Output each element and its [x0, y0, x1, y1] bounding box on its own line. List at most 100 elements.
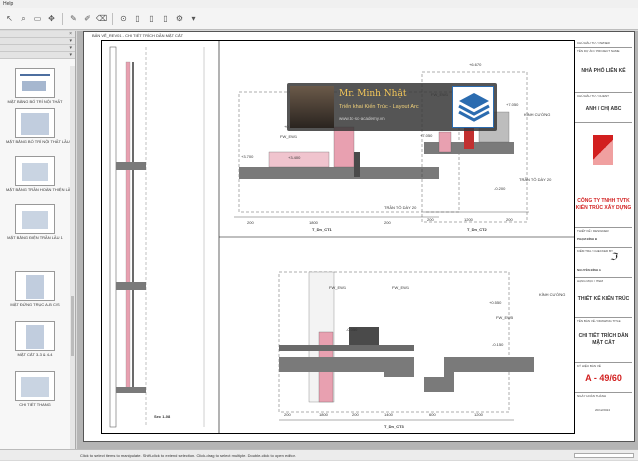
toolbar-divider — [62, 12, 63, 25]
owner-caption: CHỦ ĐẦU TƯ / OWNER — [577, 41, 610, 45]
dimension-label: 1200 — [464, 217, 473, 222]
company-name: CÔNG TY TNHH TVTK KIẾN TRÚC XÂY DỰNG — [575, 198, 632, 211]
dimension-label: 200 — [247, 220, 254, 225]
annotation-note: KÍNH CƯỜNG — [524, 112, 551, 117]
chevron-down-icon[interactable]: ▾ — [69, 38, 72, 44]
tb-drawing-title: TÊN BẢN VẼ / DRAWING TITLE CHI TIẾT TRÍC… — [575, 318, 632, 363]
chevron-down-icon[interactable]: ▾ — [69, 52, 72, 58]
presenter-photo — [290, 86, 334, 128]
presenter-name: Mr. Minh Nhật — [339, 89, 407, 99]
sidebar-scrollbar[interactable] — [70, 66, 75, 449]
elevation-label: +3.400 — [288, 155, 301, 160]
tb-company: CÔNG TY TNHH TVTK KIẾN TRÚC XÂY DỰNG — [575, 123, 632, 228]
thumbnail-label: MẶT BẰNG BỐ TRÍ NỘI THẤT LẦU 1, 2, 3 — [6, 139, 70, 144]
eraser-icon[interactable]: ⌫ — [96, 13, 107, 24]
date-caption: NGÀY HOÀN THÀNH — [577, 394, 607, 398]
client-name: ANH / CHỊ ABC — [585, 106, 622, 112]
tb-sheet-no: KÝ HIỆU BẢN VẼ A - 49/60 — [575, 363, 632, 393]
brush-icon[interactable]: ✐ — [82, 13, 93, 24]
tag-label: FW_EW1 — [392, 285, 410, 290]
toolbar-divider — [112, 12, 113, 25]
thumbnail-label: MẶT BẰNG BỐ TRÍ NỘI THẤT — [7, 99, 63, 104]
chevron-down-icon[interactable]: ▾ — [69, 45, 72, 51]
document-icon[interactable]: ▯ — [132, 13, 143, 24]
elevation-label: +6.670 — [469, 62, 482, 67]
scrollbar-thumb[interactable] — [71, 296, 74, 356]
tb-checker: KIỂM TRA / CHECKED BY NGUYỄN ĐÌNH A ℑ — [575, 248, 632, 278]
dimension-label: 1800 — [319, 412, 328, 417]
sheet-number: A - 49/60 — [585, 373, 622, 383]
sidebar-header: × — [0, 31, 75, 38]
elevation-label: -0.150 — [492, 342, 504, 347]
project-name: NHÀ PHỐ LIÊN KẾ — [581, 68, 626, 74]
page-icon[interactable]: ▭ — [32, 13, 43, 24]
thumbnail-image — [15, 68, 55, 98]
designer-name: PHẠM ĐÌNH B — [577, 237, 597, 241]
dimension-label: 200 — [506, 217, 513, 222]
tb-date: NGÀY HOÀN THÀNH 20/12/2024 — [575, 393, 632, 434]
thumbnail-list: MẶT BẰNG BỐ TRÍ NỘI THẤT MẶT BẰNG BỐ TRÍ… — [0, 66, 70, 449]
sidebar-header: ▾ — [0, 45, 75, 52]
dimension-label: 200 — [284, 412, 291, 417]
plus-icon[interactable]: ✥ — [46, 13, 57, 24]
company-logo — [593, 135, 613, 165]
thumbnail-image — [15, 204, 55, 234]
status-field[interactable] — [574, 453, 634, 458]
page-thumbnail[interactable]: MẶT ĐỨNG TRỤC A-B C/S — [6, 271, 64, 307]
thumbnail-label: MẶT CẮT 3-3 & 4-4 — [17, 352, 53, 357]
sheet-no-caption: KÝ HIỆU BẢN VẼ — [577, 364, 601, 368]
page-thumbnail[interactable]: CHI TIẾT THANG — [6, 371, 64, 407]
thumbnail-image — [15, 371, 55, 401]
page-thumbnail[interactable]: MẶT CẮT 3-3 & 4-4 — [6, 321, 64, 357]
page-thumbnail[interactable]: MẶT BẰNG BỐ TRÍ NỘI THẤT LẦU 1, 2, 3 — [6, 108, 70, 144]
dimension-label: 600 — [429, 412, 436, 417]
presenter-url: www.tc-sc-academy.vn — [339, 116, 385, 121]
title-block: CHỦ ĐẦU TƯ / OWNER TÊN DỰ ÁN / PROJECT N… — [574, 40, 632, 434]
close-icon[interactable]: × — [69, 31, 72, 37]
drawing-title-caption: TÊN BẢN VẼ / DRAWING TITLE — [577, 319, 621, 323]
settings-icon[interactable]: ⚙ — [174, 13, 185, 24]
thumbnail-label: MẶT BẰNG TRẦN HOÀN THIỆN LẦU 1 — [6, 187, 70, 192]
document-icon[interactable]: ▯ — [146, 13, 157, 24]
signature: ℑ — [610, 252, 617, 263]
tag-label: FW_EW1 — [280, 134, 298, 139]
elevation-label: +3.700 — [241, 154, 254, 159]
tb-category: HẠNG MỤC / ITEM THIẾT KẾ KIẾN TRÚC — [575, 278, 632, 318]
cursor-icon[interactable]: ↖ — [4, 13, 15, 24]
thumbnail-image — [15, 271, 55, 301]
elevation-label: -0.200 — [494, 186, 506, 191]
thumbnail-image — [15, 156, 55, 186]
zoom-icon[interactable]: ⌕ — [18, 13, 29, 24]
dimension-label: 1800 — [309, 220, 318, 225]
page-thumbnail[interactable]: MẶT BẰNG TRẦN HOÀN THIỆN LẦU 1 — [6, 156, 70, 192]
toolbar: ↖ ⌕ ▭ ✥ ✎ ✐ ⌫ ⊙ ▯ ▯ ▯ ⚙ ▾ — [0, 8, 638, 30]
section-title: T_Dn_CT1 — [312, 227, 332, 232]
pen-icon[interactable]: ✎ — [68, 13, 79, 24]
status-bar: Click to select items to manipulate. Shi… — [0, 449, 638, 460]
drawing-canvas[interactable]: BẢN VẼ_REV01 - CHI TIẾT TRÍCH DẪN MẶT CẮ… — [77, 31, 638, 449]
academy-logo — [452, 86, 494, 128]
tb-project: TÊN DỰ ÁN / PROJECT NAME NHÀ PHỐ LIÊN KẾ — [575, 48, 632, 93]
page-thumbnail[interactable]: MẶT BẰNG ĐIỆN TRẦN LẦU 1 — [6, 204, 64, 240]
drawing-title: CHI TIẾT TRÍCH DẪN MẶT CẮT — [578, 333, 629, 346]
dimension-label: 200 — [352, 412, 359, 417]
dimension-label: 200 — [427, 217, 434, 222]
thumbnail-image — [15, 321, 55, 351]
chevron-down-icon[interactable]: ▾ — [188, 13, 199, 24]
checker-caption: KIỂM TRA / CHECKED BY — [577, 249, 613, 253]
annotation-note: KÍNH CƯỜNG — [539, 292, 566, 297]
tb-owner: CHỦ ĐẦU TƯ / OWNER — [575, 40, 632, 48]
search-icon[interactable]: ⊙ — [118, 13, 129, 24]
tag-label: FW_EW1 — [329, 285, 347, 290]
thumbnail-label: CHI TIẾT THANG — [19, 402, 51, 407]
presenter-banner: Mr. Minh Nhật Triển khai Kiến Trúc - Lay… — [287, 83, 497, 131]
document-icon[interactable]: ▯ — [160, 13, 171, 24]
menu-bar: Help — [0, 0, 638, 8]
sidebar-header: ▾ — [0, 52, 75, 59]
thumbnail-label: MẶT BẰNG ĐIỆN TRẦN LẦU 1 — [7, 235, 63, 240]
thumbnail-label: MẶT ĐỨNG TRỤC A-B C/S — [10, 302, 60, 307]
status-hint: Click to select items to manipulate. Shi… — [80, 453, 296, 458]
page-thumbnail[interactable]: MẶT BẰNG BỐ TRÍ NỘI THẤT — [6, 68, 64, 104]
designer-caption: THIẾT KẾ / DESIGNER — [577, 229, 609, 233]
menu-help[interactable]: Help — [3, 1, 13, 7]
